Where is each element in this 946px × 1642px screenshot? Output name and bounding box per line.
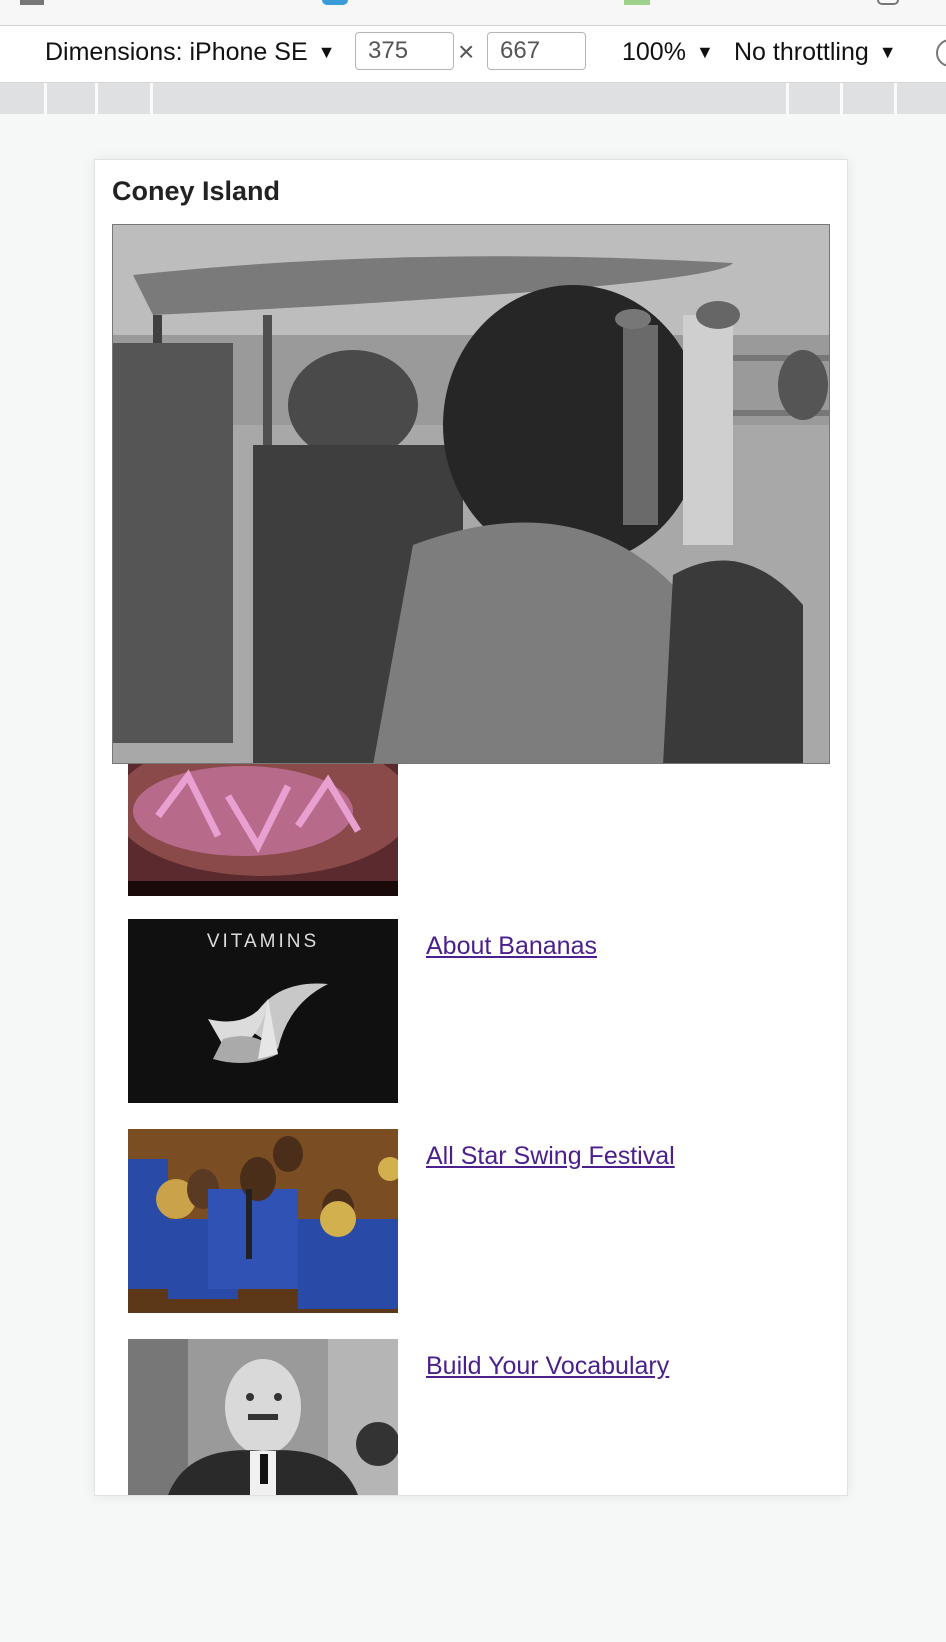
device-dropdown-label: Dimensions: iPhone SE <box>45 38 308 66</box>
width-input[interactable] <box>355 32 454 70</box>
chevron-down-icon: ▼ <box>878 42 897 62</box>
ruler-divider <box>840 83 843 114</box>
responsive-toolbar: Dimensions: iPhone SE ▼ × 100% ▼ No thro… <box>0 26 946 83</box>
ruler-divider <box>95 83 98 114</box>
video-thumbnail[interactable] <box>128 756 398 896</box>
ruler-divider <box>894 83 897 114</box>
video-link[interactable]: About Bananas <box>426 932 597 961</box>
chevron-down-icon: ▼ <box>317 42 336 62</box>
device-dropdown[interactable]: Dimensions: iPhone SE ▼ <box>45 38 335 67</box>
page-title: Coney Island <box>112 176 281 206</box>
chevron-down-icon: ▼ <box>695 42 714 62</box>
image-icon[interactable] <box>624 0 650 5</box>
times-icon: × <box>458 36 475 67</box>
throttling-label: No throttling <box>734 38 869 66</box>
ruler-divider <box>44 83 47 114</box>
video-thumbnail[interactable] <box>128 1129 398 1313</box>
video-thumbnail[interactable]: VITAMINS <box>128 919 398 1103</box>
ruler-divider <box>786 83 789 114</box>
globe-icon[interactable] <box>322 0 348 5</box>
video-player[interactable] <box>112 224 830 764</box>
throttling-dropdown[interactable]: No throttling ▼ <box>734 38 897 67</box>
menu-icon[interactable] <box>20 0 44 5</box>
zoom-dropdown[interactable]: 100% ▼ <box>622 38 714 67</box>
video-link[interactable]: All Star Swing Festival <box>426 1142 675 1171</box>
help-icon[interactable] <box>877 0 899 5</box>
zoom-label: 100% <box>622 38 686 66</box>
media-query-ruler <box>0 83 946 114</box>
ruler-divider <box>150 83 153 114</box>
browser-tab-strip <box>0 0 946 26</box>
video-thumbnail[interactable] <box>128 1339 398 1495</box>
height-input[interactable] <box>487 32 586 70</box>
thumbnail-caption: VITAMINS <box>206 931 320 952</box>
video-link[interactable]: Build Your Vocabulary <box>426 1352 669 1381</box>
rotate-icon[interactable] <box>936 39 946 67</box>
device-viewport: Coney Island VITAMINS About Bananas All … <box>94 159 848 1496</box>
